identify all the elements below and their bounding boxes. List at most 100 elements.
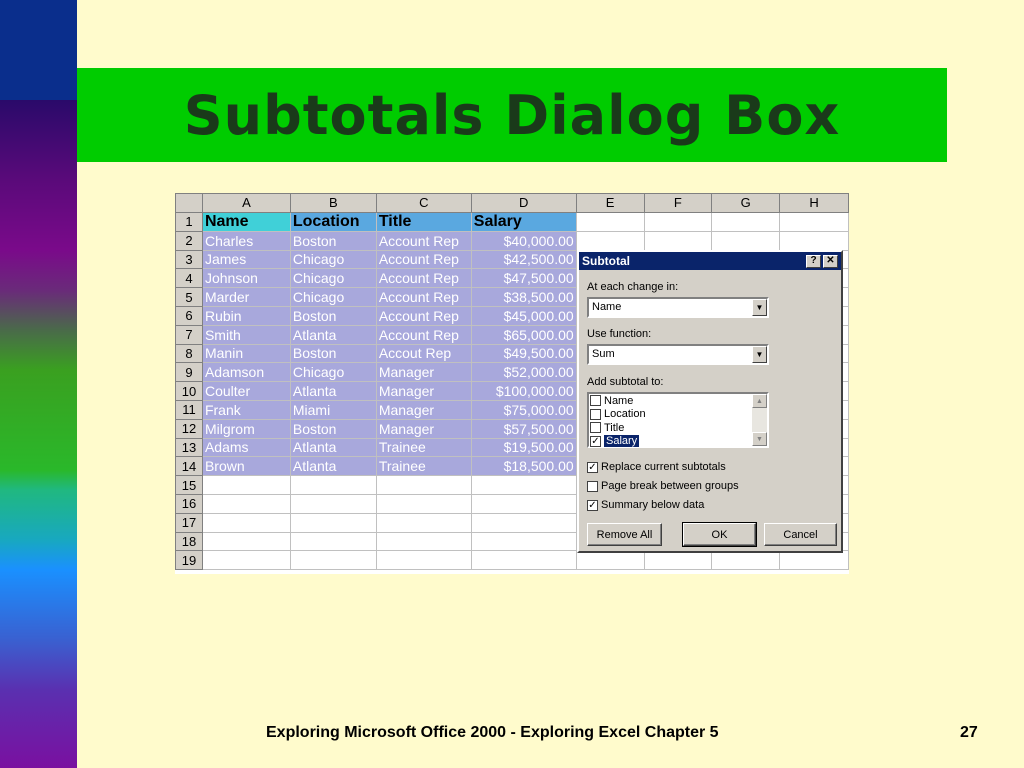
cell[interactable] xyxy=(375,493,472,514)
cell[interactable]: Rubin xyxy=(201,305,291,326)
field-checkbox[interactable] xyxy=(590,422,601,434)
row-header[interactable]: 15 xyxy=(175,475,203,495)
cell[interactable]: Chicago xyxy=(289,287,377,307)
cell[interactable]: Account Rep xyxy=(375,287,472,307)
row-header[interactable]: 8 xyxy=(175,343,203,364)
cell[interactable]: Trainee xyxy=(375,456,472,477)
list-item[interactable]: Location xyxy=(589,408,767,422)
cell[interactable] xyxy=(470,493,577,514)
cell[interactable] xyxy=(643,550,713,571)
scroll-up-icon[interactable]: ▲ xyxy=(752,394,767,408)
cell[interactable] xyxy=(201,550,291,571)
cell[interactable]: Atlanta xyxy=(289,437,377,458)
cell[interactable] xyxy=(470,550,577,571)
cell[interactable] xyxy=(289,475,377,495)
column-header[interactable]: D xyxy=(470,193,577,213)
list-item[interactable]: Name xyxy=(589,394,767,408)
row-header[interactable]: 10 xyxy=(175,381,203,401)
remove-all-button[interactable]: Remove All xyxy=(587,523,662,546)
page-break-checkbox[interactable] xyxy=(587,480,598,492)
cell[interactable]: Milgrom xyxy=(201,418,291,439)
cell[interactable] xyxy=(470,512,577,533)
cell[interactable]: Trainee xyxy=(375,437,472,458)
cell[interactable]: $38,500.00 xyxy=(470,287,577,307)
cell[interactable] xyxy=(289,550,377,571)
row-header[interactable]: 13 xyxy=(175,437,203,458)
cell[interactable]: $18,500.00 xyxy=(470,456,577,477)
dialog-title-bar[interactable]: Subtotal ? ✕ xyxy=(579,252,841,270)
cell[interactable]: Account Rep xyxy=(375,305,472,326)
cell[interactable]: $65,000.00 xyxy=(470,324,577,345)
row-header[interactable]: 9 xyxy=(175,362,203,383)
cell[interactable] xyxy=(201,493,291,514)
cell[interactable]: Manin xyxy=(201,343,291,364)
column-header[interactable]: H xyxy=(779,193,849,213)
cell[interactable]: $52,000.00 xyxy=(470,362,577,383)
subtotal-fields-list[interactable]: Name Location Title ✓ Salary ▲ ▼ xyxy=(587,392,769,448)
field-checkbox[interactable] xyxy=(590,395,601,407)
cell[interactable] xyxy=(643,211,713,232)
cell[interactable]: Account Rep xyxy=(375,268,472,289)
cell[interactable]: Johnson xyxy=(201,268,291,289)
cell[interactable]: Title xyxy=(375,211,472,232)
chevron-down-icon[interactable]: ▼ xyxy=(752,346,767,363)
cell[interactable] xyxy=(575,211,645,232)
cell[interactable]: Manager xyxy=(375,399,472,420)
cell[interactable]: $45,000.00 xyxy=(470,305,577,326)
row-header[interactable]: 17 xyxy=(175,512,203,533)
cell[interactable]: Account Rep xyxy=(375,230,472,251)
cell[interactable]: Adamson xyxy=(201,362,291,383)
cell[interactable]: Brown xyxy=(201,456,291,477)
cell[interactable] xyxy=(779,230,849,251)
cell[interactable]: Atlanta xyxy=(289,381,377,401)
cell[interactable]: Miami xyxy=(289,399,377,420)
cell[interactable]: $19,500.00 xyxy=(470,437,577,458)
row-header[interactable]: 12 xyxy=(175,418,203,439)
cell[interactable]: Manager xyxy=(375,362,472,383)
cell[interactable]: James xyxy=(201,249,291,270)
cell[interactable]: Marder xyxy=(201,287,291,307)
row-header[interactable]: 16 xyxy=(175,493,203,514)
cell[interactable] xyxy=(201,512,291,533)
field-checkbox[interactable]: ✓ xyxy=(590,435,601,447)
cell[interactable]: Atlanta xyxy=(289,456,377,477)
chevron-down-icon[interactable]: ▼ xyxy=(752,299,767,316)
cell[interactable]: Frank xyxy=(201,399,291,420)
column-header[interactable]: E xyxy=(575,193,645,213)
cell[interactable]: $49,500.00 xyxy=(470,343,577,364)
cell[interactable]: Coulter xyxy=(201,381,291,401)
use-function-select[interactable]: Sum ▼ xyxy=(587,344,769,365)
cell[interactable] xyxy=(575,550,645,571)
cell[interactable]: Manager xyxy=(375,418,472,439)
close-button[interactable]: ✕ xyxy=(823,254,838,268)
row-header[interactable]: 11 xyxy=(175,399,203,420)
cell[interactable]: Account Rep xyxy=(375,249,472,270)
summary-option[interactable]: ✓ Summary below data xyxy=(587,499,704,511)
cell[interactable] xyxy=(711,230,781,251)
row-header[interactable]: 4 xyxy=(175,268,203,289)
cell[interactable]: Boston xyxy=(289,230,377,251)
cell[interactable] xyxy=(779,550,849,571)
cell[interactable]: Smith xyxy=(201,324,291,345)
cell[interactable] xyxy=(289,493,377,514)
cell[interactable]: Manager xyxy=(375,381,472,401)
row-header[interactable]: 7 xyxy=(175,324,203,345)
cell[interactable] xyxy=(470,475,577,495)
cell[interactable] xyxy=(375,512,472,533)
row-header[interactable]: 14 xyxy=(175,456,203,477)
column-header[interactable]: B xyxy=(289,193,377,213)
cell[interactable] xyxy=(711,550,781,571)
row-header[interactable]: 3 xyxy=(175,249,203,270)
cancel-button[interactable]: Cancel xyxy=(764,523,837,546)
list-item[interactable]: ✓ Salary xyxy=(589,435,767,449)
cell[interactable] xyxy=(470,531,577,552)
help-button[interactable]: ? xyxy=(806,254,821,268)
row-header[interactable]: 2 xyxy=(175,230,203,251)
cell[interactable] xyxy=(375,550,472,571)
column-header[interactable]: G xyxy=(711,193,781,213)
cell[interactable]: $100,000.00 xyxy=(470,381,577,401)
replace-option[interactable]: ✓ Replace current subtotals xyxy=(587,461,726,473)
list-item[interactable]: Title xyxy=(589,421,767,435)
column-header[interactable]: A xyxy=(201,193,291,213)
cell[interactable]: Account Rep xyxy=(375,324,472,345)
